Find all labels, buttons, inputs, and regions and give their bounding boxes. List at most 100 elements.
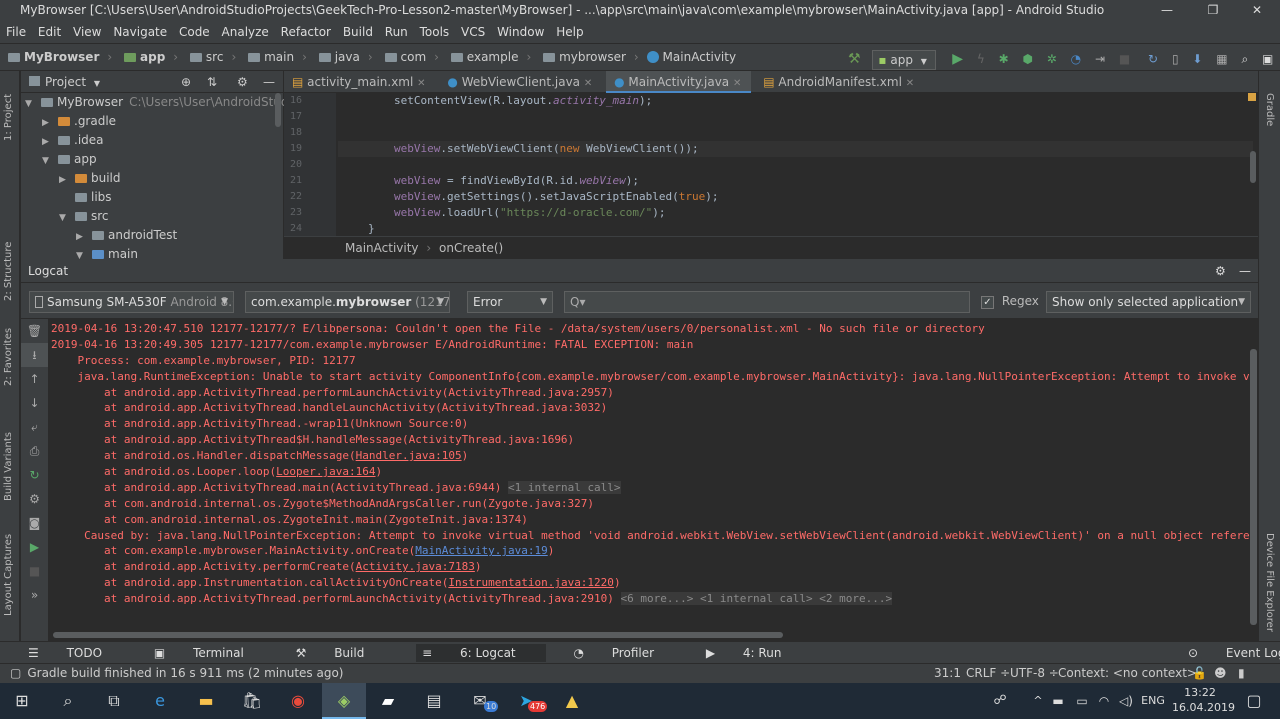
inspector-icon[interactable]: ☻	[1214, 664, 1227, 682]
log-output[interactable]: 2019-04-16 13:20:47.510 12177-12177/? E/…	[51, 321, 1251, 621]
event-log-button[interactable]: ⊙ Event Log	[1188, 642, 1280, 664]
scroll-to-end-icon[interactable]: ⭳	[21, 343, 48, 367]
structure-tool-tab[interactable]: 2: Structure	[3, 242, 14, 301]
tab-todo[interactable]: ☰ TODO	[28, 646, 126, 660]
sdk-manager-icon[interactable]: ⬇	[1192, 52, 1202, 66]
tree-item[interactable]: ▶ .gradle	[21, 112, 283, 131]
crumb-method[interactable]: onCreate()	[439, 241, 503, 255]
line-number[interactable]: 16	[284, 93, 336, 109]
tree-item[interactable]: ▶ .idea	[21, 131, 283, 150]
hide-icon[interactable]: —	[1239, 259, 1251, 283]
debug-icon[interactable]: ✱	[999, 52, 1009, 66]
camera-icon[interactable]: ◙	[21, 511, 48, 535]
breadcrumb-main[interactable]: main	[264, 44, 294, 70]
scrollbar[interactable]	[1250, 151, 1256, 183]
app-icon[interactable]: ▤	[420, 687, 448, 715]
tree-item[interactable]: ▶ androidTest	[21, 226, 283, 245]
line-number[interactable]: 18	[284, 125, 336, 141]
run-icon[interactable]: ▶	[952, 51, 963, 67]
soft-wrap-icon[interactable]: ⤶	[21, 415, 48, 439]
breadcrumb-mybrowser[interactable]: mybrowser	[559, 44, 626, 70]
breadcrumb-src[interactable]: src	[206, 44, 224, 70]
log-level-select[interactable]: Error ▼	[467, 291, 553, 313]
intellij-icon[interactable]: ▰	[374, 687, 402, 715]
gear-icon[interactable]: ⚙	[237, 71, 248, 93]
regex-checkbox[interactable]: ✓ Regex	[981, 294, 1039, 309]
horizontal-scrollbar[interactable]	[53, 632, 783, 638]
line-number[interactable]: 17	[284, 109, 336, 125]
file-encoding[interactable]: UTF-8 ÷	[1010, 664, 1059, 682]
tab-webviewclient-java[interactable]: ● WebViewClient.java ✕	[439, 71, 602, 93]
menu-view[interactable]: View	[73, 25, 101, 39]
tree-item[interactable]: ▼ src	[21, 207, 283, 226]
telegram-icon[interactable]: ➤ 476	[512, 687, 548, 715]
close-button[interactable]: ✕	[1234, 0, 1280, 21]
people-icon[interactable]: ☍	[986, 687, 1014, 715]
gear-icon[interactable]: ⚙	[21, 487, 48, 511]
minimize-button[interactable]: —	[1144, 0, 1190, 21]
search-icon[interactable]: ⌕	[1241, 52, 1248, 66]
task-view-icon[interactable]: ⧉	[100, 687, 128, 715]
file-explorer-icon[interactable]: ▬	[192, 687, 220, 715]
apply-changes-icon[interactable]: ϟ	[977, 52, 985, 66]
edge-icon[interactable]: e	[146, 687, 174, 715]
layout-captures-tool-tab[interactable]: Layout Captures	[3, 534, 14, 616]
tree-item[interactable]: libs	[21, 188, 283, 207]
stop-icon[interactable]: ■	[1119, 52, 1130, 66]
scrollbar[interactable]	[1250, 349, 1257, 625]
locate-icon[interactable]: ⊕	[181, 71, 191, 93]
code-area[interactable]: setContentView(R.layout.activity_main); …	[338, 93, 1253, 236]
menu-edit[interactable]: Edit	[38, 25, 61, 39]
coverage-icon[interactable]: ⬢	[1022, 52, 1032, 66]
trash-icon[interactable]: 🗑	[21, 319, 48, 343]
search-input[interactable]: Q▾	[564, 291, 970, 313]
chevron-down-icon[interactable]: ▼	[25, 95, 37, 114]
tab-build[interactable]: ⚒ Build	[296, 646, 389, 660]
warning-marker[interactable]	[1248, 93, 1256, 101]
avd-manager-icon[interactable]: ▯	[1172, 52, 1179, 66]
chevron-down-icon[interactable]: ▼	[42, 152, 54, 171]
status-message[interactable]: Gradle build finished in 16 s 911 ms (2 …	[27, 666, 343, 680]
context-indicator[interactable]: Context: <no context>	[1058, 664, 1197, 682]
close-icon[interactable]: ✕	[417, 78, 425, 89]
mail-icon[interactable]: ✉ 10	[466, 687, 499, 715]
menu-analyze[interactable]: Analyze	[222, 25, 269, 39]
profiler-icon[interactable]: ◔	[1071, 52, 1081, 66]
notification-icon[interactable]: ▢	[1240, 687, 1268, 715]
hide-icon[interactable]: —	[263, 71, 275, 93]
project-structure-icon[interactable]: ▦	[1216, 52, 1227, 66]
hammer-icon[interactable]: ⚒	[848, 51, 861, 67]
tab-activity-main-xml[interactable]: ▤ activity_main.xml ✕	[284, 71, 436, 93]
tab-profiler[interactable]: ◔ Profiler	[573, 646, 678, 660]
breadcrumb-example[interactable]: example	[467, 44, 519, 70]
build-variants-tool-tab[interactable]: Build Variants	[3, 432, 14, 501]
collapse-icon[interactable]: ⇅	[207, 71, 217, 93]
attach-icon[interactable]: ⇥	[1095, 52, 1105, 66]
stop-icon[interactable]: ■	[21, 559, 48, 583]
source-link[interactable]: MainActivity.java:19	[415, 544, 547, 557]
close-icon[interactable]: ✕	[733, 78, 741, 89]
layout-icon[interactable]: ▣	[1262, 52, 1273, 66]
project-tool-tab[interactable]: 1: Project	[3, 94, 14, 141]
app-icon[interactable]: ▲	[558, 687, 586, 715]
run-config-select[interactable]: ▪ app ▼	[872, 49, 937, 70]
chevron-down-icon[interactable]: ▼	[94, 79, 100, 88]
gradle-tool-tab[interactable]: Gradle	[1264, 93, 1275, 126]
windows-start-icon[interactable]: ⊞	[8, 687, 36, 715]
tree-item[interactable]: ▶ build	[21, 169, 283, 188]
up-arrow-icon[interactable]: ↑	[21, 367, 48, 391]
menu-build[interactable]: Build	[343, 25, 373, 39]
line-separator[interactable]: CRLF ÷	[966, 664, 1010, 682]
crumb-class[interactable]: MainActivity	[345, 241, 419, 255]
line-number[interactable]: 23	[284, 205, 336, 221]
tab-run[interactable]: ▶ 4: Run	[706, 646, 806, 660]
breadcrumb-com[interactable]: com	[401, 44, 427, 70]
breadcrumb-project[interactable]: MyBrowser	[24, 44, 99, 70]
menu-file[interactable]: File	[6, 25, 26, 39]
menu-run[interactable]: Run	[385, 25, 408, 39]
line-number[interactable]: 24	[284, 221, 336, 237]
chrome-icon[interactable]: ◉	[284, 687, 312, 715]
maximize-button[interactable]: ❐	[1190, 0, 1236, 21]
record-icon[interactable]: ▶	[21, 535, 48, 559]
breadcrumb-app[interactable]: app	[140, 44, 165, 70]
